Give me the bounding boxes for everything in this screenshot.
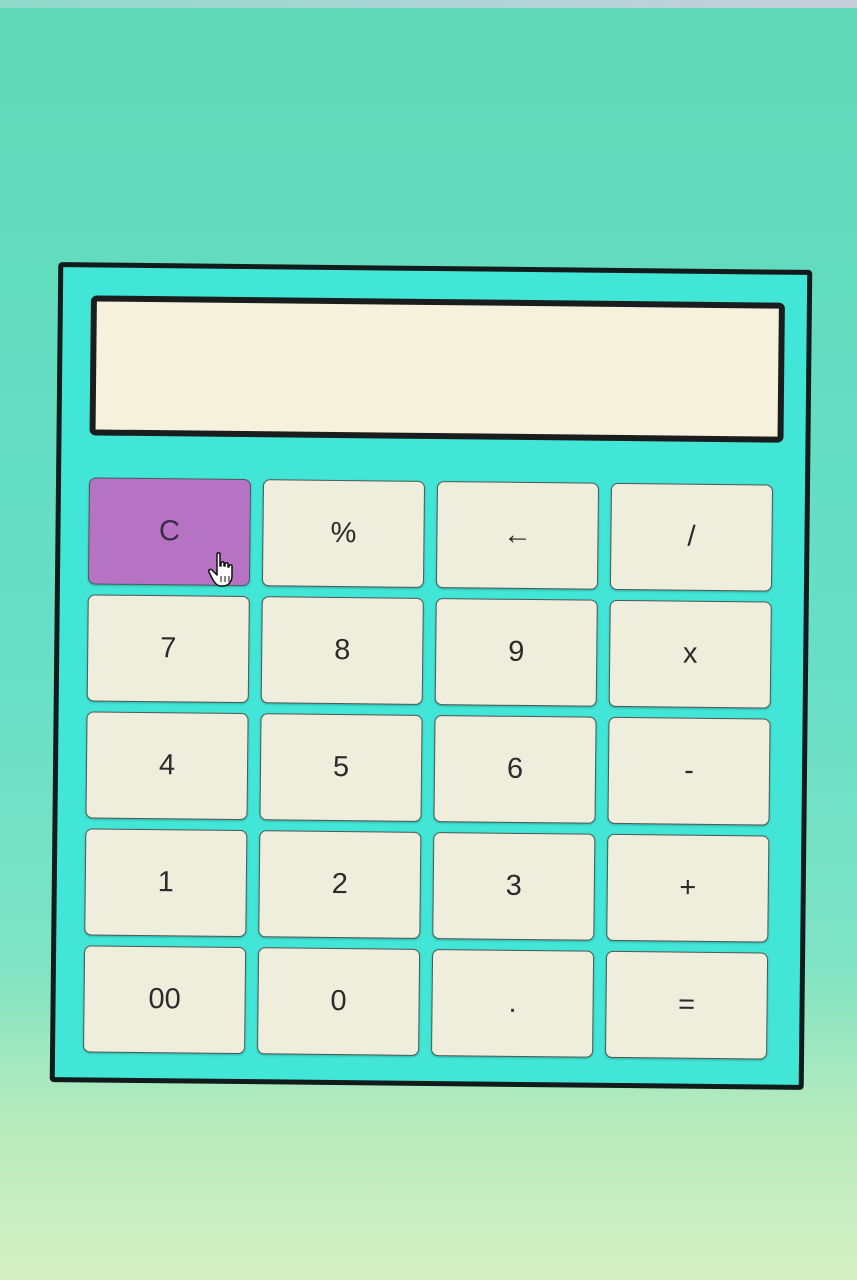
digit-8-button[interactable]: 8 [260, 596, 424, 705]
hand-pointer-cursor-icon [208, 552, 233, 587]
backspace-button[interactable]: ← [435, 481, 600, 590]
digit-1-button[interactable]: 1 [84, 828, 248, 938]
digit-4-button[interactable]: 4 [85, 711, 249, 821]
digit-0-button[interactable]: 0 [257, 947, 421, 1056]
window-top-strip [0, 0, 857, 8]
equals-button[interactable]: = [605, 950, 769, 1060]
divide-button[interactable]: / [609, 482, 774, 592]
calculator-display [89, 295, 785, 443]
double-zero-button[interactable]: 00 [83, 945, 247, 1055]
digit-7-button[interactable]: 7 [86, 594, 250, 704]
digit-2-button[interactable]: 2 [258, 830, 422, 939]
digit-9-button[interactable]: 9 [434, 598, 598, 707]
digit-3-button[interactable]: 3 [432, 832, 596, 941]
multiply-button[interactable]: x [608, 599, 772, 709]
digit-6-button[interactable]: 6 [433, 715, 597, 824]
percent-button[interactable]: % [261, 479, 426, 588]
add-button[interactable]: + [606, 833, 770, 943]
digit-5-button[interactable]: 5 [259, 713, 423, 822]
subtract-button[interactable]: - [607, 716, 771, 826]
keypad: C % ← / 7 8 9 x 4 5 6 - 1 2 3 + 00 0 . = [83, 477, 779, 1060]
decimal-point-button[interactable]: . [431, 949, 595, 1058]
calculator: C % ← / 7 8 9 x 4 5 6 - 1 2 3 + 00 0 . = [49, 262, 813, 1090]
